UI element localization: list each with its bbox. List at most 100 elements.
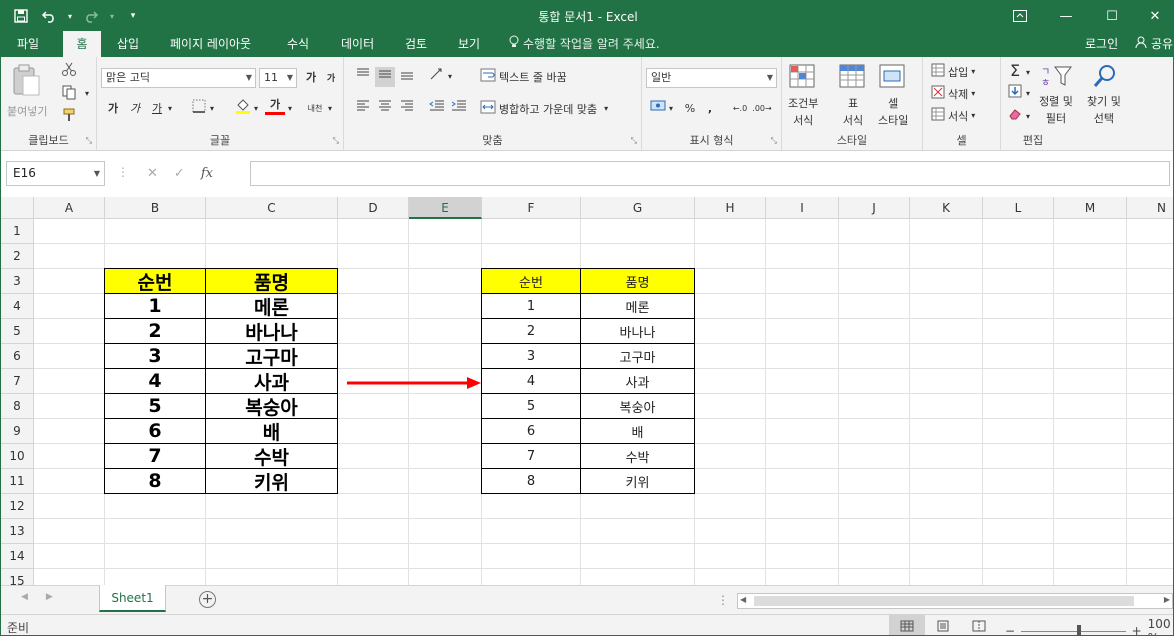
grow-font-button[interactable]: 가 xyxy=(301,68,321,88)
right-table-cell[interactable]: 수박 xyxy=(580,443,695,469)
page-layout-view-icon[interactable] xyxy=(925,615,961,635)
row-header[interactable]: 11 xyxy=(1,469,34,494)
left-table-cell[interactable]: 사과 xyxy=(205,368,338,394)
paste-button[interactable]: 붙여넣기 xyxy=(7,63,47,119)
format-painter-icon[interactable] xyxy=(59,107,79,127)
format-cells-button[interactable]: 서식 ▾ xyxy=(931,107,975,124)
align-right-icon[interactable] xyxy=(397,98,417,118)
zoom-level[interactable]: 100 % xyxy=(1148,617,1173,635)
horizontal-scrollbar[interactable]: ◀ ▶ xyxy=(737,593,1173,609)
column-header[interactable]: M xyxy=(1054,197,1127,219)
row-header[interactable]: 6 xyxy=(1,344,34,369)
font-name-combo[interactable]: 맑은 고딕 ▼ xyxy=(101,68,256,88)
left-table-cell[interactable]: 메론 xyxy=(205,293,338,319)
increase-indent-icon[interactable] xyxy=(449,98,469,118)
minimize-button[interactable]: — xyxy=(1043,1,1089,31)
right-table-cell[interactable]: 바나나 xyxy=(580,318,695,344)
number-format-combo[interactable]: 일반 ▼ xyxy=(646,68,777,88)
dialog-launcher-icon[interactable]: ⤡ xyxy=(333,136,339,146)
left-table-cell[interactable]: 6 xyxy=(104,418,206,444)
insert-cells-button[interactable]: 삽입 ▾ xyxy=(931,63,975,80)
fill-color-dropdown-icon[interactable]: ▾ xyxy=(251,99,261,119)
left-table-cell[interactable]: 5 xyxy=(104,393,206,419)
chevron-right-icon[interactable]: ▶ xyxy=(46,592,53,602)
right-table-cell[interactable]: 배 xyxy=(580,418,695,444)
borders-icon[interactable] xyxy=(189,99,209,119)
row-header[interactable]: 5 xyxy=(1,319,34,344)
column-header[interactable]: H xyxy=(695,197,766,219)
row-header[interactable]: 13 xyxy=(1,519,34,544)
left-table-cell[interactable]: 수박 xyxy=(205,443,338,469)
new-sheet-button[interactable]: + xyxy=(199,591,216,608)
left-table-header-cell[interactable]: 순번 xyxy=(104,268,206,294)
right-table-cell[interactable]: 사과 xyxy=(580,368,695,394)
select-all-button[interactable] xyxy=(1,197,34,219)
maximize-button[interactable]: ☐ xyxy=(1089,1,1135,31)
left-table-cell[interactable]: 배 xyxy=(205,418,338,444)
tab-data[interactable]: 데이터 xyxy=(331,31,384,57)
column-header[interactable]: N xyxy=(1127,197,1173,219)
orientation-icon[interactable] xyxy=(427,67,447,87)
copy-dropdown-icon[interactable]: ▾ xyxy=(77,84,97,104)
zoom-slider-thumb[interactable] xyxy=(1077,624,1082,635)
column-header[interactable]: C xyxy=(206,197,338,219)
formula-input[interactable] xyxy=(250,161,1170,186)
align-left-icon[interactable] xyxy=(353,98,373,118)
autosum-icon[interactable]: Σ xyxy=(1005,61,1025,81)
enter-icon[interactable]: ✓ xyxy=(174,166,185,181)
left-table-cell[interactable]: 복숭아 xyxy=(205,393,338,419)
right-table-cell[interactable]: 1 xyxy=(481,293,581,319)
format-as-table-button[interactable]: 표 서식 xyxy=(838,63,868,128)
left-table-cell[interactable]: 4 xyxy=(104,368,206,394)
font-color-button[interactable]: 가 xyxy=(265,95,285,115)
column-header[interactable]: G xyxy=(581,197,695,219)
column-header[interactable]: K xyxy=(910,197,983,219)
column-header[interactable]: A xyxy=(34,197,105,219)
left-table-cell[interactable]: 8 xyxy=(104,468,206,494)
scroll-thumb[interactable] xyxy=(754,596,1134,606)
accounting-dropdown-icon[interactable]: ▾ xyxy=(666,99,676,119)
column-header[interactable]: E xyxy=(409,197,482,219)
fill-dropdown-icon[interactable]: ▾ xyxy=(1023,84,1033,104)
left-table-cell[interactable]: 7 xyxy=(104,443,206,469)
insert-function-icon[interactable]: fx xyxy=(201,166,213,181)
decrease-indent-icon[interactable] xyxy=(427,98,447,118)
cell-styles-button[interactable]: 셀 스타일 xyxy=(878,63,908,128)
right-table-header-cell[interactable]: 순번 xyxy=(481,268,581,294)
tab-page-layout[interactable]: 페이지 레이아웃 xyxy=(160,31,261,57)
close-button[interactable]: ✕ xyxy=(1135,1,1173,31)
tab-formulas[interactable]: 수식 xyxy=(277,31,319,57)
row-header[interactable]: 4 xyxy=(1,294,34,319)
row-header[interactable]: 15 xyxy=(1,569,34,585)
column-header[interactable]: D xyxy=(338,197,409,219)
align-top-icon[interactable] xyxy=(353,67,373,87)
right-table-cell[interactable]: 6 xyxy=(481,418,581,444)
left-table-cell[interactable]: 3 xyxy=(104,343,206,369)
row-header[interactable]: 9 xyxy=(1,419,34,444)
shrink-font-button[interactable]: 가 xyxy=(321,69,341,89)
zoom-in-icon[interactable]: + xyxy=(1132,624,1142,635)
page-break-view-icon[interactable] xyxy=(961,615,997,635)
left-table-cell[interactable]: 고구마 xyxy=(205,343,338,369)
phonetic-dropdown-icon[interactable]: ▾ xyxy=(325,99,335,119)
percent-icon[interactable]: % xyxy=(680,99,700,119)
left-table-cell[interactable]: 2 xyxy=(104,318,206,344)
left-table-cell[interactable]: 1 xyxy=(104,293,206,319)
tab-file[interactable]: 파일 xyxy=(7,31,49,57)
right-table-cell[interactable]: 메론 xyxy=(580,293,695,319)
comma-style-icon[interactable]: , xyxy=(700,99,720,119)
scroll-left-icon[interactable]: ◀ xyxy=(740,595,746,604)
share-button[interactable]: 공유 xyxy=(1135,31,1173,57)
fill-icon[interactable] xyxy=(1005,84,1025,104)
row-header[interactable]: 3 xyxy=(1,269,34,294)
sheet-tab-sheet1[interactable]: Sheet1 xyxy=(99,585,166,612)
tab-insert[interactable]: 삽입 xyxy=(107,31,149,57)
decrease-decimal-icon[interactable]: .00→ xyxy=(752,99,772,119)
formula-bar-splitter[interactable]: ⋮ xyxy=(117,165,129,179)
phonetic-button[interactable]: 내천 xyxy=(305,99,325,119)
right-table-cell[interactable]: 고구마 xyxy=(580,343,695,369)
column-header[interactable]: J xyxy=(839,197,910,219)
right-table-cell[interactable]: 7 xyxy=(481,443,581,469)
right-table-cell[interactable]: 2 xyxy=(481,318,581,344)
right-table-cell[interactable]: 4 xyxy=(481,368,581,394)
